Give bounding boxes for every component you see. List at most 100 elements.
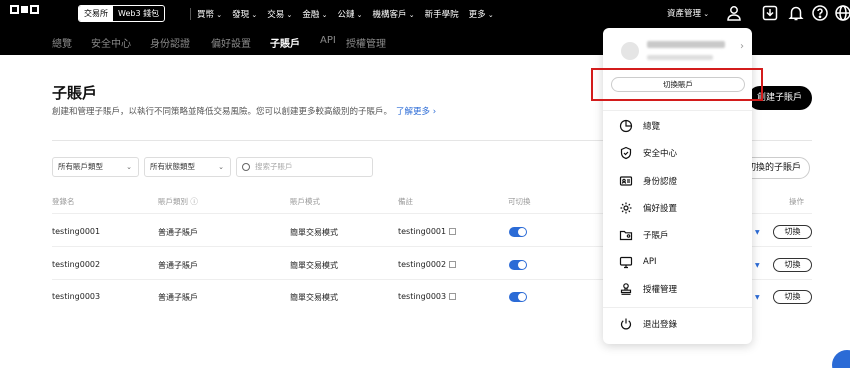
row-note-text: testing0002 [398,260,447,269]
account-type-value: 所有賬戶類型 [58,162,103,171]
row-note: testing0002 [398,260,457,269]
menu-item-label: API [643,257,657,267]
status-type-value: 所有狀態類型 [150,162,195,171]
edit-icon[interactable] [449,228,457,235]
switch-button[interactable]: 切換 [773,258,812,272]
highlight-annotation-box [591,68,763,101]
switchable-toggle[interactable] [509,227,527,237]
account-type-filter[interactable]: 所有賬戶類型 ⌄ [52,157,139,177]
menu-item-logout[interactable]: 退出登錄 [619,316,677,332]
chevron-down-icon: ⌄ [218,163,224,171]
tab-authorization[interactable]: 授權管理 [346,35,386,50]
asset-management-menu[interactable]: 資產管理 [667,7,709,19]
nav-buy-crypto[interactable]: 買幣 [197,8,222,20]
row-login: testing0001 [52,227,101,236]
nav-divider [190,7,191,20]
shield-icon [619,146,633,160]
header-actions: 操作 [789,197,804,206]
stamp-icon [619,282,633,296]
web3-wallet-tab[interactable]: Web3 錢包 [113,6,164,21]
tab-overview[interactable]: 總覽 [52,35,72,50]
tab-sub-accounts[interactable]: 子賬戶 [270,35,300,50]
chevron-down-icon: ⌄ [126,163,132,171]
row-mode: 簡單交易模式 [290,228,338,237]
power-icon [619,317,633,331]
switch-button[interactable]: 切換 [773,290,812,304]
chevron-right-icon[interactable]: › [740,41,744,52]
row-note-text: testing0003 [398,292,447,301]
menu-item-api[interactable]: API [619,254,656,270]
row-login: testing0002 [52,260,101,269]
menu-item-overview[interactable]: 總覽 [619,118,660,134]
nav-chain[interactable]: 公鏈 [337,8,362,20]
redacted-username [647,41,725,48]
header-login: 登錄名 [52,197,75,206]
row-mode: 簡單交易模式 [290,261,338,270]
caret-down-icon[interactable]: ▼ [755,229,760,236]
row-note: testing0003 [398,292,457,301]
menu-item-sub-accounts[interactable]: 子賬戶 [619,227,669,243]
menu-item-verification[interactable]: 身份認證 [619,173,677,189]
mode-switch: 交易所 Web3 錢包 [78,5,166,22]
main-nav: 買幣 發現 交易 金融 公鏈 機構客戶 新手學院 更多 [190,0,494,27]
edit-icon[interactable] [449,293,457,300]
header-note: 備註 [398,197,413,206]
switchable-toggle[interactable] [509,292,527,302]
avatar [621,42,639,60]
menu-item-authorization[interactable]: 授權管理 [619,281,677,297]
pie-chart-icon [619,119,633,133]
folder-user-icon [619,228,633,242]
menu-item-security[interactable]: 安全中心 [619,145,677,161]
chat-support-icon[interactable] [832,350,850,368]
page-description: 創建和管理子賬戶，以執行不同策略並降低交易風險。您可以創建更多較高級別的子賬戶。… [52,105,436,117]
status-type-filter[interactable]: 所有狀態類型 ⌄ [144,157,231,177]
search-placeholder: 搜索子賬戶 [255,162,293,171]
tab-preferences[interactable]: 偏好設置 [211,35,251,50]
menu-item-preferences[interactable]: 偏好設置 [619,200,677,216]
redacted-user-id [647,55,713,60]
learn-more-link[interactable]: 了解更多 › [396,107,436,117]
panel-divider [603,110,752,111]
page-title: 子賬戶 [52,84,98,102]
panel-divider [603,307,752,308]
exchange-mode-tab[interactable]: 交易所 [79,6,113,21]
header-mode: 賬戶模式 [290,197,320,206]
top-navigation-bar: 交易所 Web3 錢包 買幣 發現 交易 金融 公鏈 機構客戶 新手學院 更多 … [0,0,850,27]
nav-trade[interactable]: 交易 [267,8,292,20]
nav-discover[interactable]: 發現 [232,8,257,20]
caret-down-icon[interactable]: ▼ [755,262,760,269]
bell-icon[interactable] [787,4,805,22]
nav-learn[interactable]: 新手學院 [425,8,459,20]
row-note: testing0001 [398,227,457,236]
tab-security[interactable]: 安全中心 [91,35,131,50]
menu-item-label: 身份認證 [643,177,678,187]
user-icon[interactable] [725,4,743,22]
nav-finance[interactable]: 金融 [302,8,327,20]
header-category: 賬戶類別 ⓘ [158,197,198,206]
nav-more[interactable]: 更多 [469,8,494,20]
menu-item-label: 子賬戶 [643,231,669,241]
search-icon [242,163,250,171]
row-category: 普通子賬戶 [158,261,198,270]
row-category: 普通子賬戶 [158,228,198,237]
switchable-toggle[interactable] [509,260,527,270]
nav-institutional[interactable]: 機構客戶 [373,8,415,20]
row-login: testing0003 [52,292,101,301]
okx-logo[interactable] [10,5,39,21]
edit-icon[interactable] [449,261,457,268]
tab-api[interactable]: API [320,35,336,46]
sub-account-search-input[interactable]: 搜索子賬戶 [236,157,373,177]
menu-item-label: 退出登錄 [643,320,678,330]
tab-verification[interactable]: 身份認證 [150,35,190,50]
globe-icon[interactable] [834,4,850,22]
id-card-icon [619,174,633,188]
download-icon[interactable] [761,4,779,22]
help-icon[interactable] [811,4,829,22]
menu-item-label: 偏好設置 [643,204,678,214]
description-text: 創建和管理子賬戶，以執行不同策略並降低交易風險。您可以創建更多較高級別的子賬戶。 [52,107,393,117]
switch-button[interactable]: 切換 [773,225,812,239]
api-monitor-icon [619,255,633,269]
row-note-text: testing0001 [398,227,447,236]
row-category: 普通子賬戶 [158,293,198,302]
caret-down-icon[interactable]: ▼ [755,294,760,301]
